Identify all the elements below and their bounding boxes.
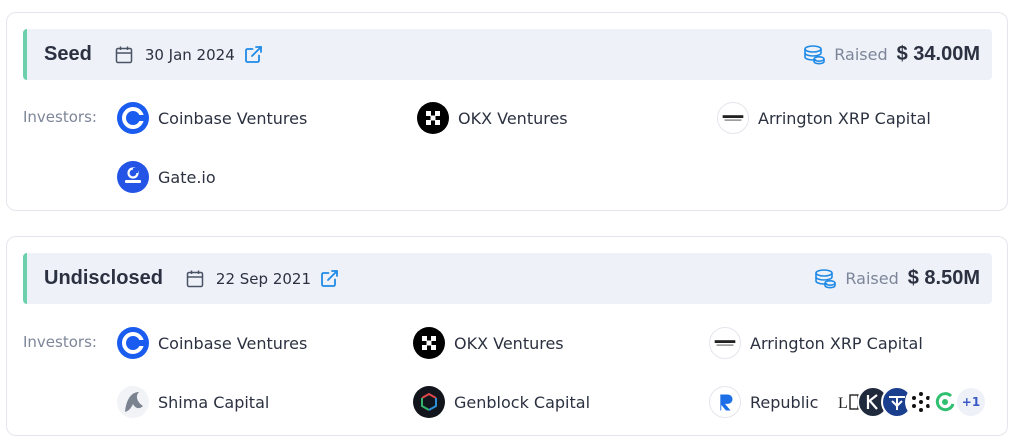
coins-icon: [813, 268, 837, 290]
funding-round-card-seed: Seed 30 Jan 2024 Raised $ 34.00M Investo…: [6, 12, 1008, 211]
round-header: Undisclosed 22 Sep 2021 Raised $ 8.50M: [23, 253, 992, 304]
coinbase-logo-icon: [117, 327, 149, 359]
calendar-icon: [185, 269, 205, 289]
round-date-group: 30 Jan 2024: [114, 45, 263, 65]
investor-name: Coinbase Ventures: [158, 333, 308, 353]
investors-label: Investors:: [23, 108, 97, 126]
raised-group: Raised $ 34.00M: [802, 43, 980, 66]
round-date: 22 Sep 2021: [215, 269, 311, 288]
investor-name: Coinbase Ventures: [158, 108, 308, 128]
investor-name: Arrington XRP Capital: [750, 333, 923, 353]
investor-name: OKX Ventures: [458, 108, 568, 128]
raised-amount: $ 34.00M: [896, 43, 980, 65]
investor-shima-capital[interactable]: Shima Capital: [117, 386, 269, 418]
round-name: Undisclosed: [44, 267, 163, 289]
funding-round-card-undisclosed: Undisclosed 22 Sep 2021 Raised $ 8.50M I…: [6, 236, 1008, 436]
investor-okx-ventures[interactable]: OKX Ventures: [413, 327, 564, 359]
investor-coinbase-ventures[interactable]: Coinbase Ventures: [117, 102, 307, 134]
okx-logo-icon: [417, 102, 449, 134]
investor-gate-io[interactable]: Gate.io: [117, 161, 216, 193]
investors-label: Investors:: [23, 333, 97, 351]
more-investor-logos[interactable]: L +1: [833, 386, 987, 418]
investor-coinbase-ventures[interactable]: Coinbase Ventures: [117, 327, 307, 359]
more-investors-count[interactable]: +1: [955, 386, 987, 418]
round-name: Seed: [44, 43, 92, 65]
raised-amount: $ 8.50M: [907, 267, 980, 289]
raised-label: Raised: [845, 269, 899, 288]
investor-name: Republic: [750, 392, 819, 412]
external-link-icon[interactable]: [244, 45, 263, 64]
investor-name: OKX Ventures: [454, 333, 564, 353]
coins-icon: [802, 44, 826, 66]
investor-name: Shima Capital: [158, 392, 270, 412]
okx-logo-icon: [413, 327, 445, 359]
round-header: Seed 30 Jan 2024 Raised $ 34.00M: [23, 29, 992, 80]
investor-republic[interactable]: Republic: [709, 386, 818, 418]
round-date-group: 22 Sep 2021: [185, 269, 339, 289]
gateio-logo-icon: [117, 161, 149, 193]
coinbase-logo-icon: [117, 102, 149, 134]
round-date: 30 Jan 2024: [144, 45, 235, 64]
arrington-logo-icon: [717, 102, 749, 134]
investor-arrington-xrp-capital[interactable]: Arrington XRP Capital: [709, 327, 923, 359]
investor-genblock-capital[interactable]: Genblock Capital: [413, 386, 590, 418]
raised-group: Raised $ 8.50M: [813, 267, 980, 290]
investor-name: Arrington XRP Capital: [758, 108, 931, 128]
investor-name: Gate.io: [158, 167, 216, 187]
investor-name: Genblock Capital: [454, 392, 591, 412]
external-link-icon[interactable]: [320, 269, 339, 288]
calendar-icon: [114, 45, 134, 65]
genblock-logo-icon: [413, 386, 445, 418]
shima-logo-icon: [117, 386, 149, 418]
republic-logo-icon: [709, 386, 741, 418]
raised-label: Raised: [834, 45, 888, 64]
arrington-logo-icon: [709, 327, 741, 359]
investor-arrington-xrp-capital[interactable]: Arrington XRP Capital: [717, 102, 931, 134]
svg-text:L: L: [838, 395, 848, 412]
investor-okx-ventures[interactable]: OKX Ventures: [417, 102, 568, 134]
